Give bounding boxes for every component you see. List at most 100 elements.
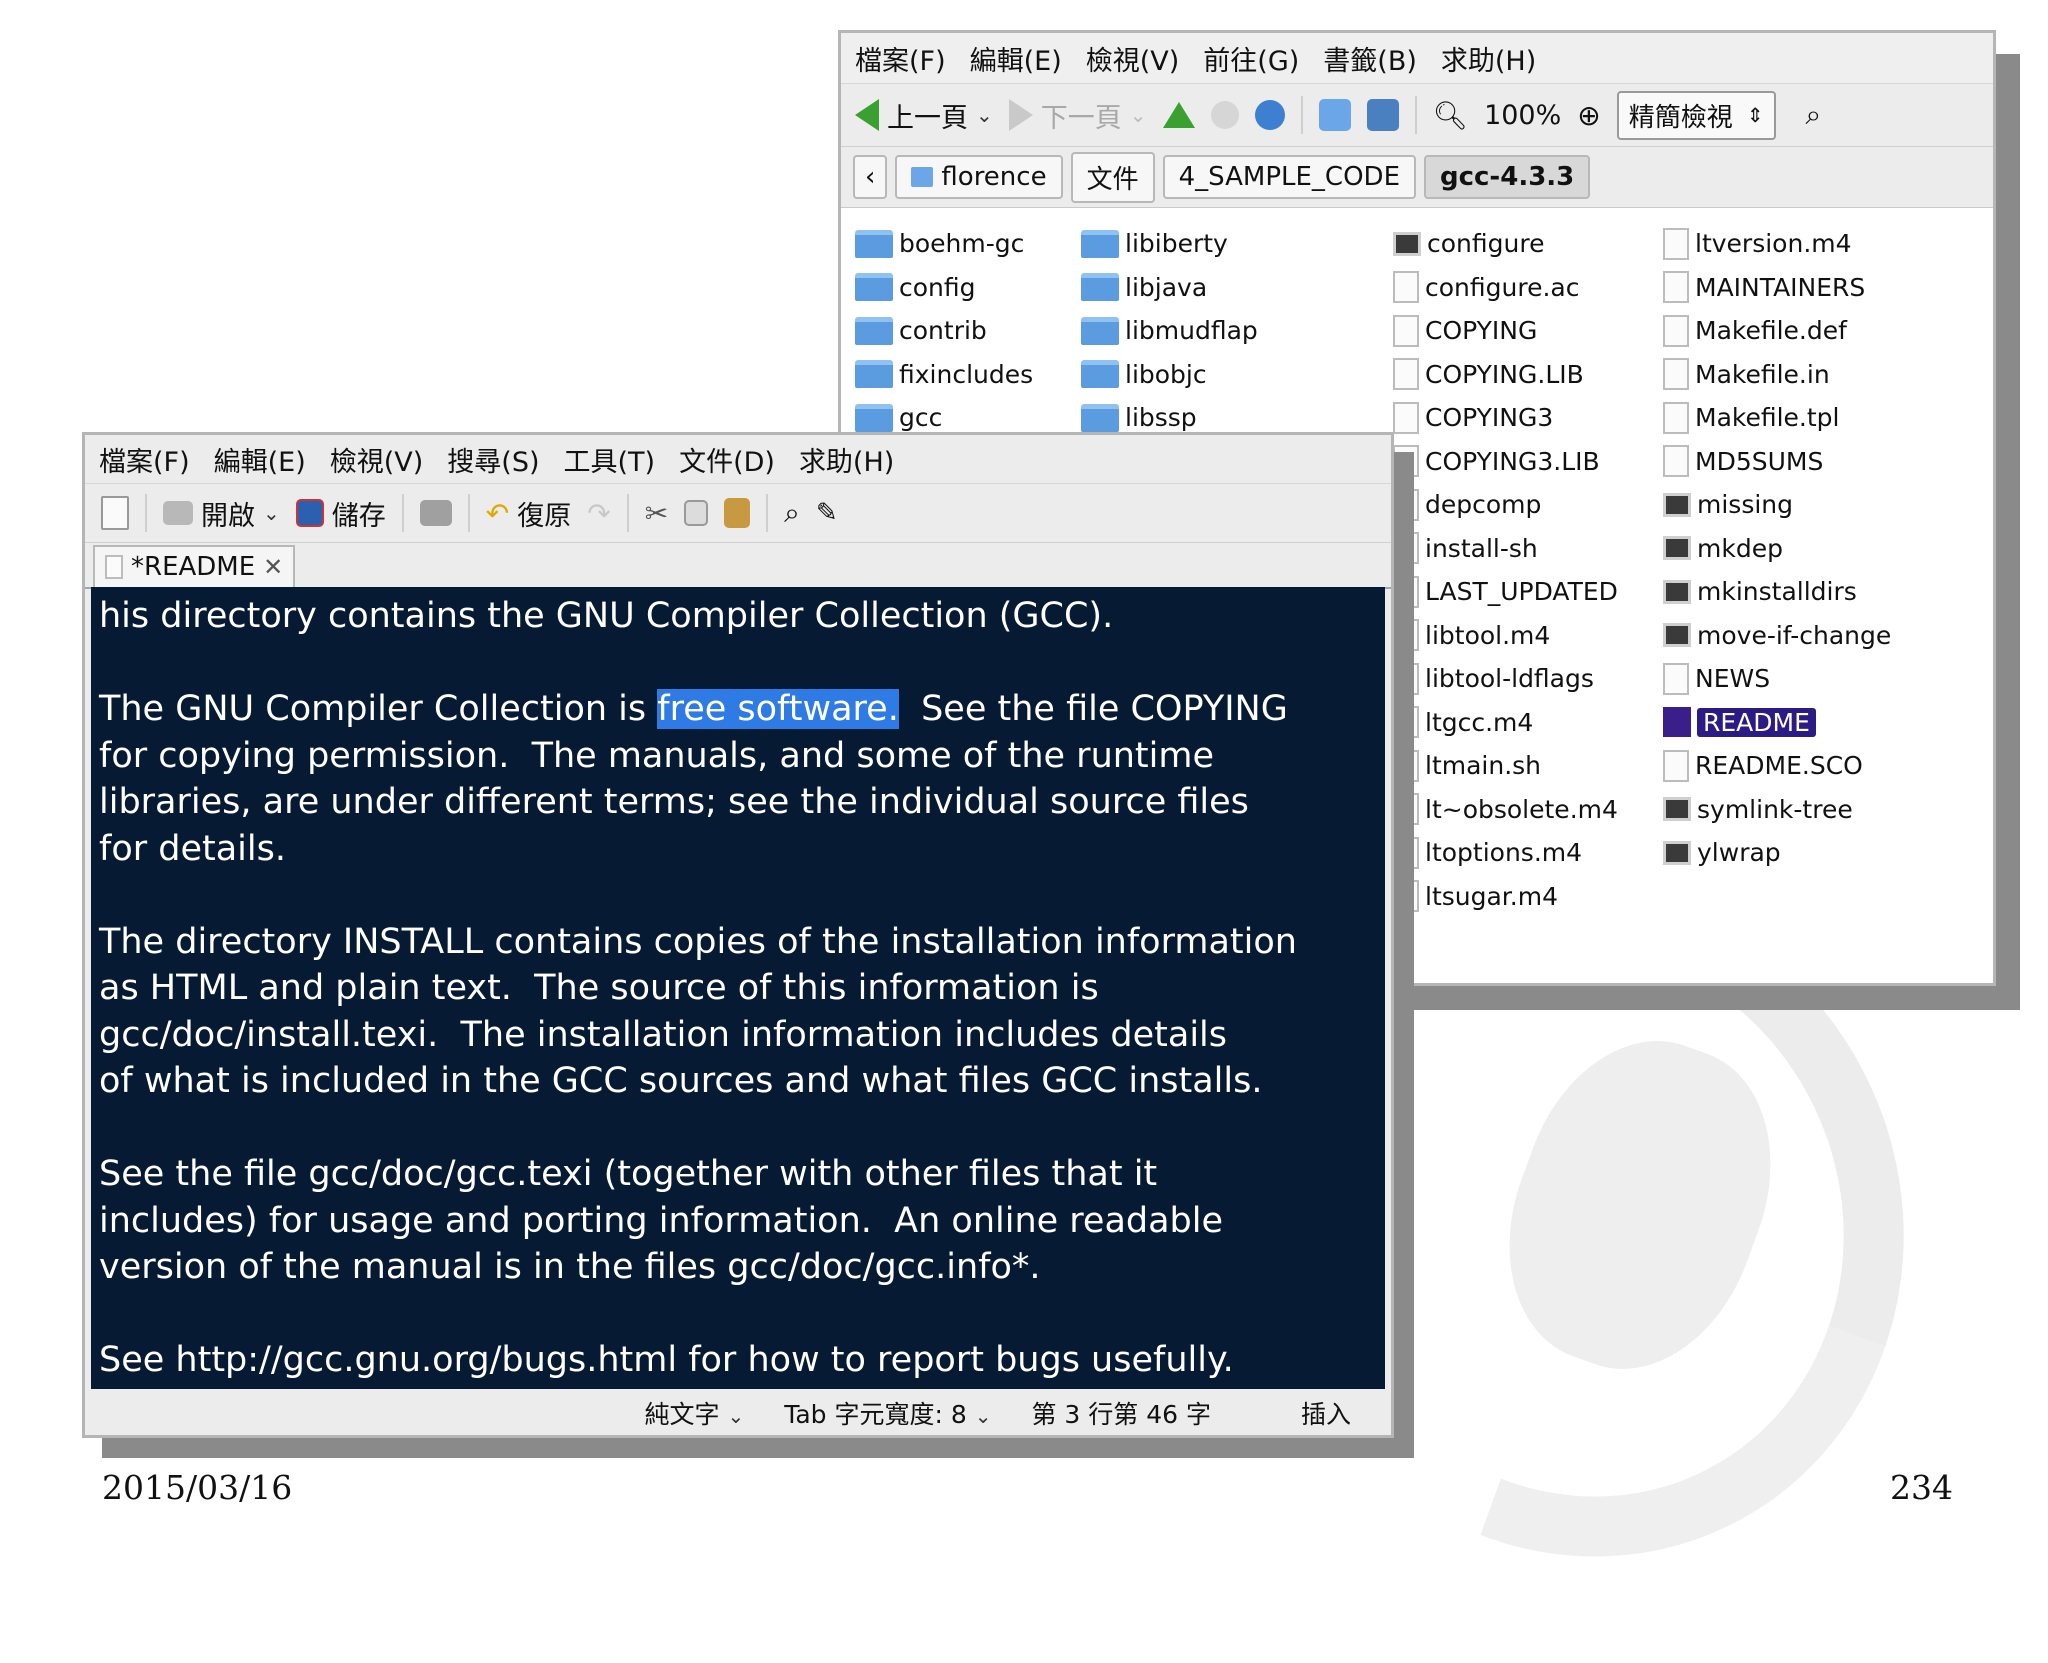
file-item[interactable]: Makefile.def bbox=[1663, 309, 1891, 353]
file-item[interactable]: libobjc bbox=[1081, 353, 1258, 397]
file-item[interactable]: ltoptions.m4 bbox=[1393, 831, 1618, 875]
editor-text[interactable]: his directory contains the GNU Compiler … bbox=[91, 587, 1385, 1389]
file-item[interactable]: COPYING.LIB bbox=[1393, 353, 1618, 397]
chevron-down-icon[interactable]: ⌄ bbox=[263, 501, 280, 525]
file-item[interactable]: configure.ac bbox=[1393, 266, 1618, 310]
file-column-2: libiberty libjava libmudflap libobjc lib… bbox=[1081, 222, 1258, 440]
redo-arrow-icon[interactable]: ↷ bbox=[587, 497, 610, 530]
menu-bookmarks[interactable]: 書籤(B) bbox=[1323, 39, 1417, 78]
file-item[interactable]: missing bbox=[1663, 483, 1891, 527]
menu-search[interactable]: 搜尋(S) bbox=[447, 440, 539, 479]
forward-button[interactable]: 下一頁 ⌄ bbox=[1008, 96, 1147, 135]
floppy-disk-icon bbox=[295, 499, 324, 527]
file-item[interactable]: lt~obsolete.m4 bbox=[1393, 788, 1618, 832]
copy-icon[interactable] bbox=[684, 500, 709, 526]
menu-help[interactable]: 求助(H) bbox=[1441, 39, 1536, 78]
breadcrumb-back-button[interactable]: ‹ bbox=[853, 155, 888, 199]
file-item[interactable]: NEWS bbox=[1663, 657, 1891, 701]
file-item[interactable]: README.SCO bbox=[1663, 744, 1891, 788]
new-document-icon[interactable] bbox=[101, 496, 129, 530]
close-tab-icon[interactable]: ✕ bbox=[263, 553, 283, 581]
file-item[interactable]: ylwrap bbox=[1663, 831, 1891, 875]
breadcrumb-florence[interactable]: florence bbox=[895, 155, 1063, 199]
home-icon[interactable] bbox=[1318, 99, 1351, 131]
document-tab-readme[interactable]: *README ✕ bbox=[93, 545, 296, 587]
breadcrumb-sample-code[interactable]: 4_SAMPLE_CODE bbox=[1162, 155, 1416, 199]
menu-tools[interactable]: 工具(T) bbox=[564, 440, 656, 479]
document-icon bbox=[1393, 401, 1419, 434]
paste-icon[interactable] bbox=[724, 498, 751, 528]
file-item[interactable]: mkdep bbox=[1663, 527, 1891, 571]
syntax-mode-select[interactable]: 純文字 ⌄ bbox=[644, 1395, 744, 1431]
file-item[interactable]: COPYING3 bbox=[1393, 396, 1618, 440]
file-item[interactable]: ltmain.sh bbox=[1393, 744, 1618, 788]
chevron-down-icon[interactable]: ⌄ bbox=[976, 103, 993, 127]
save-button[interactable]: 儲存 bbox=[295, 494, 386, 533]
file-item[interactable]: Makefile.tpl bbox=[1663, 396, 1891, 440]
menu-edit[interactable]: 編輯(E) bbox=[970, 39, 1062, 78]
file-item[interactable]: mkinstalldirs bbox=[1663, 570, 1891, 614]
menu-file[interactable]: 檔案(F) bbox=[855, 39, 946, 78]
find-icon[interactable]: ⌕ bbox=[784, 496, 800, 530]
file-item[interactable]: boehm-gc bbox=[855, 222, 1033, 266]
breadcrumb-gcc[interactable]: gcc-4.3.3 bbox=[1424, 155, 1591, 199]
file-item[interactable]: contrib bbox=[855, 309, 1033, 353]
file-item[interactable]: libjava bbox=[1081, 266, 1258, 310]
file-item[interactable]: ltgcc.m4 bbox=[1393, 701, 1618, 745]
tab-width-select[interactable]: Tab 字元寬度: 8 ⌄ bbox=[784, 1395, 991, 1431]
menu-view[interactable]: 檢視(V) bbox=[330, 440, 424, 479]
cut-icon[interactable]: ✂ bbox=[645, 497, 668, 530]
file-item[interactable]: ltsugar.m4 bbox=[1393, 875, 1618, 919]
file-item[interactable]: libtool-ldflags bbox=[1393, 657, 1618, 701]
reload-icon[interactable] bbox=[1254, 100, 1285, 130]
menu-view[interactable]: 檢視(V) bbox=[1086, 39, 1180, 78]
undo-button[interactable]: ↶ 復原 bbox=[486, 494, 571, 533]
file-item[interactable]: move-if-change bbox=[1663, 614, 1891, 658]
menu-documents[interactable]: 文件(D) bbox=[679, 440, 775, 479]
menu-go[interactable]: 前往(G) bbox=[1203, 39, 1299, 78]
up-arrow-icon[interactable] bbox=[1162, 102, 1195, 128]
file-item[interactable]: COPYING bbox=[1393, 309, 1618, 353]
file-item[interactable]: libtool.m4 bbox=[1393, 614, 1618, 658]
file-item[interactable]: depcomp bbox=[1393, 483, 1618, 527]
breadcrumb-documents[interactable]: 文件 bbox=[1070, 151, 1155, 203]
toolbar-separator bbox=[766, 494, 769, 532]
view-mode-select[interactable]: 精簡檢視 ⇕ bbox=[1616, 90, 1776, 140]
editor-line: as HTML and plain text. The source of th… bbox=[99, 968, 1099, 1008]
file-item[interactable]: ltversion.m4 bbox=[1663, 222, 1891, 266]
file-item[interactable]: MD5SUMS bbox=[1663, 440, 1891, 484]
document-icon bbox=[1663, 662, 1689, 695]
chevron-down-icon[interactable]: ⌄ bbox=[1130, 103, 1147, 127]
editor-line: The directory INSTALL contains copies of… bbox=[99, 921, 1297, 962]
file-item[interactable]: Makefile.in bbox=[1663, 353, 1891, 397]
search-icon[interactable]: ⌕ bbox=[1806, 98, 1822, 132]
editor-line: for copying permission. The manuals, and… bbox=[99, 735, 1215, 776]
file-item[interactable]: libmudflap bbox=[1081, 309, 1258, 353]
text-editor-content[interactable]: his directory contains the GNU Compiler … bbox=[91, 587, 1385, 1389]
menu-help[interactable]: 求助(H) bbox=[799, 440, 894, 479]
open-button[interactable]: 開啟 ⌄ bbox=[163, 494, 280, 533]
back-button[interactable]: 上一頁 ⌄ bbox=[855, 96, 993, 135]
stop-icon[interactable] bbox=[1210, 101, 1239, 129]
file-item[interactable]: libiberty bbox=[1081, 222, 1258, 266]
file-item[interactable]: COPYING3.LIB bbox=[1393, 440, 1618, 484]
slide-page-number: 234 bbox=[1890, 1468, 1953, 1507]
zoom-in-icon[interactable]: ⊕ bbox=[1577, 99, 1600, 132]
file-item[interactable]: LAST_UPDATED bbox=[1393, 570, 1618, 614]
editor-line: The GNU Compiler Collection is free soft… bbox=[99, 689, 1288, 729]
script-icon bbox=[1663, 797, 1691, 822]
file-item[interactable]: symlink-tree bbox=[1663, 788, 1891, 832]
computer-icon[interactable] bbox=[1366, 99, 1399, 131]
file-item[interactable]: config bbox=[855, 266, 1033, 310]
file-item[interactable]: install-sh bbox=[1393, 527, 1618, 571]
file-item-selected[interactable]: README bbox=[1663, 701, 1891, 745]
menu-file[interactable]: 檔案(F) bbox=[99, 440, 190, 479]
file-item[interactable]: configure bbox=[1393, 222, 1618, 266]
file-item[interactable]: MAINTAINERS bbox=[1663, 266, 1891, 310]
printer-icon[interactable] bbox=[419, 500, 452, 526]
find-replace-icon[interactable]: ✎ bbox=[816, 498, 838, 528]
menu-edit[interactable]: 編輯(E) bbox=[214, 440, 306, 479]
file-item[interactable]: fixincludes bbox=[855, 353, 1033, 397]
zoom-out-icon[interactable]: 🔍︎ bbox=[1433, 99, 1469, 132]
script-icon bbox=[1663, 536, 1691, 561]
